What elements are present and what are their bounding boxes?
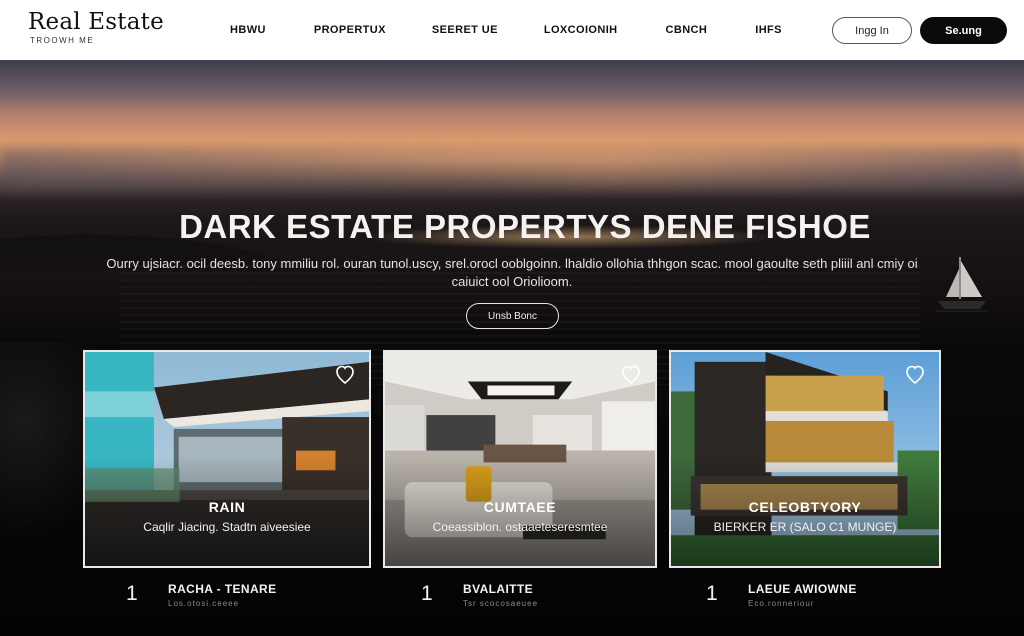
hero-subtitle: Ourry ujsiacr. ocil deesb. tony mmiliu r… [106, 256, 918, 289]
brand-tagline: TROOWH ME [30, 36, 95, 45]
signup-button[interactable]: Se .ung [920, 17, 1007, 44]
nav-item-properties[interactable]: PROPERTUX [314, 24, 386, 36]
heart-outline-icon[interactable] [335, 364, 355, 386]
listing-title: RAIN [208, 499, 246, 515]
brand-title[interactable]: Real Estate [28, 9, 164, 35]
listing-title: CUMTAEE [483, 499, 557, 515]
nav-item-home[interactable]: HBWU [230, 24, 266, 36]
nav-item-search[interactable]: SEERET UE [432, 24, 498, 36]
listing-card[interactable]: CUMTAEE Coeassiblon. ostaaeteseresmtee [383, 350, 657, 568]
signup-label-rest: .ung [958, 24, 982, 37]
hero-title: DARK ESTATE PROPERTYS DENE FISHOE [179, 208, 871, 245]
hero-cta-button[interactable]: Unsb Bonc [466, 303, 559, 329]
listing-subtext: Tsr scocosaeuee [463, 599, 539, 608]
heart-outline-icon[interactable] [621, 364, 641, 386]
nav-item-locations[interactable]: LOXCOIONIH [544, 24, 618, 36]
top-navigation-bar: Real Estate TROOWH ME HBWU PROPERTUX SEE… [0, 0, 1024, 60]
listing-card[interactable]: RAIN Caqlir Jiacing. Stadtn aiveesiee [83, 350, 371, 568]
listing-caption: Caqlir Jiacing. Stadtn aiveesiee [143, 520, 311, 534]
login-button[interactable]: Ingg In [832, 17, 912, 44]
listing-number: 1 [421, 582, 433, 605]
main-nav: HBWU PROPERTUX SEERET UE LOXCOIONIH CBNC… [212, 0, 782, 60]
listing-caption: Coeassiblon. ostaaeteseresmtee [432, 520, 608, 534]
listing-meta: 1 LAEUE AWIOWNE Eco.ronneriour [706, 580, 857, 608]
brand[interactable]: Real Estate TROOWH ME [28, 9, 164, 45]
listing-name[interactable]: LAEUE AWIOWNE [748, 582, 857, 596]
listing-number: 1 [126, 582, 138, 605]
listing-card[interactable]: CELEOBTYORY BIERKER ER (SALO C1 MUNGE) [669, 350, 941, 568]
listing-meta: 1 RACHA - TENARE Los.otosi.ceeee [126, 580, 277, 608]
listing-name[interactable]: BVALAITTE [463, 582, 538, 596]
nav-item-contact[interactable]: CBNCH [666, 24, 708, 36]
listing-number: 1 [706, 582, 718, 605]
listing-title: CELEOBTYORY [748, 499, 862, 515]
heart-outline-icon[interactable] [905, 364, 925, 386]
nav-item-info[interactable]: IHFS [755, 24, 782, 36]
sailboat-icon [936, 257, 988, 312]
listing-name[interactable]: RACHA - TENARE [168, 582, 277, 596]
listing-subtext: Eco.ronneriour [748, 599, 815, 608]
sunset-clouds [0, 150, 1024, 188]
listing-meta: 1 BVALAITTE Tsr scocosaeuee [421, 580, 538, 608]
listing-caption: BIERKER ER (SALO C1 MUNGE) [713, 520, 897, 534]
listing-subtext: Los.otosi.ceeee [168, 599, 240, 608]
signup-label: Se [945, 24, 959, 37]
